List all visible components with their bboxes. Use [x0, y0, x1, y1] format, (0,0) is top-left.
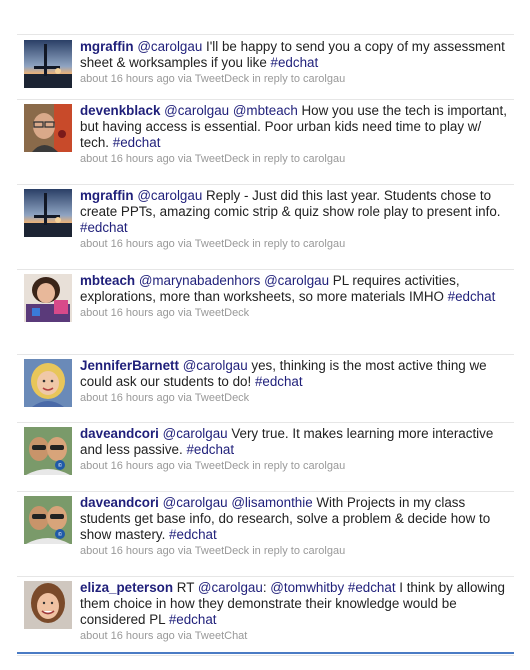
tweet-meta: about 16 hours ago via TweetDeck in repl…	[80, 460, 346, 472]
tweet-author-link[interactable]: daveandcori	[80, 495, 159, 510]
tweet-meta: about 16 hours ago via TweetChat	[80, 630, 248, 642]
hashtag-link[interactable]: #edchat	[113, 135, 161, 150]
tweet-timeline: mgraffin @carolgau I'll be happy to send…	[17, 34, 514, 656]
tweet-item: mbteach @marynabadenhors @carolgau PL re…	[17, 269, 514, 355]
smiling-woman-avatar[interactable]	[24, 581, 72, 629]
mention-link[interactable]: @carolgau	[183, 358, 248, 373]
svg-text:©: ©	[58, 462, 63, 469]
tweet-item: devenkblack @carolgau @mbteach How you u…	[17, 99, 514, 185]
tweet-content: daveandcori @carolgau Very true. It make…	[80, 426, 510, 473]
tweet-meta: about 16 hours ago via TweetDeck	[80, 307, 250, 319]
svg-text:©: ©	[58, 531, 63, 538]
mention-link[interactable]: @marynabadenhors	[139, 273, 261, 288]
tweet-meta: about 16 hours ago via TweetDeck	[80, 392, 250, 404]
mention-link[interactable]: @mbteach	[233, 103, 298, 118]
mention-link[interactable]: @tomwhitby	[270, 580, 344, 595]
mention-link[interactable]: @carolgau	[163, 495, 228, 510]
blonde-woman-avatar[interactable]	[24, 359, 72, 407]
tweet-meta: about 16 hours ago via TweetDeck in repl…	[80, 73, 346, 85]
hashtag-link[interactable]: #edchat	[186, 442, 234, 457]
tweet-item: JenniferBarnett @carolgau yes, thinking …	[17, 354, 514, 423]
tweet-meta: about 16 hours ago via TweetDeck in repl…	[80, 153, 346, 165]
mention-link[interactable]: @carolgau	[137, 39, 202, 54]
tweet-content: mgraffin @carolgau Reply - Just did this…	[80, 188, 510, 251]
tweet-content: devenkblack @carolgau @mbteach How you u…	[80, 103, 510, 166]
tweet-meta: about 16 hours ago via TweetDeck in repl…	[80, 545, 346, 557]
tweet-author-link[interactable]: mgraffin	[80, 39, 134, 54]
tweet-content: JenniferBarnett @carolgau yes, thinking …	[80, 358, 510, 405]
woman-dark-hair-avatar[interactable]	[24, 274, 72, 322]
couple-sunglasses-avatar[interactable]: ©	[24, 496, 72, 544]
mention-link[interactable]: @carolgau	[264, 273, 329, 288]
tweet-author-link[interactable]: JenniferBarnett	[80, 358, 179, 373]
tweet-content: mgraffin @carolgau I'll be happy to send…	[80, 39, 510, 86]
sunset-pier-avatar[interactable]	[24, 40, 72, 88]
mention-link[interactable]: @carolgau	[163, 426, 228, 441]
hashtag-link[interactable]: #edchat	[255, 374, 303, 389]
hashtag-link[interactable]: #edchat	[169, 612, 217, 627]
hashtag-link[interactable]: #edchat	[448, 289, 496, 304]
hashtag-link[interactable]: #edchat	[169, 527, 217, 542]
hashtag-link[interactable]: #edchat	[271, 55, 319, 70]
sunset-pier-avatar[interactable]	[24, 189, 72, 237]
hashtag-link[interactable]: #edchat	[348, 580, 396, 595]
tweet-author-link[interactable]: mbteach	[80, 273, 135, 288]
tweet-author-link[interactable]: daveandcori	[80, 426, 159, 441]
tweet-item: mgraffin @carolgau I'll be happy to send…	[17, 35, 514, 100]
man-glasses-avatar[interactable]	[24, 104, 72, 152]
tweet-item: mgraffin @carolgau Reply - Just did this…	[17, 184, 514, 270]
timeline-bottom-rule	[17, 652, 514, 654]
mention-link[interactable]: @carolgau	[137, 188, 202, 203]
hashtag-link[interactable]: #edchat	[80, 220, 128, 235]
tweet-text: RT	[176, 580, 198, 595]
couple-sunglasses-avatar[interactable]: ©	[24, 427, 72, 475]
tweet-item: © daveandcori @carolgau Very true. It mak…	[17, 422, 514, 492]
tweet-meta: about 16 hours ago via TweetDeck in repl…	[80, 238, 346, 250]
mention-link[interactable]: @lisamonthie	[231, 495, 312, 510]
tweet-author-link[interactable]: mgraffin	[80, 188, 134, 203]
mention-link[interactable]: @carolgau	[198, 580, 263, 595]
tweet-author-link[interactable]: devenkblack	[80, 103, 160, 118]
tweet-item: © daveandcori @carolgau @lisamonthie With…	[17, 491, 514, 577]
tweet-item: eliza_peterson RT @carolgau: @tomwhitby …	[17, 576, 514, 656]
mention-link[interactable]: @carolgau	[164, 103, 229, 118]
tweet-content: mbteach @marynabadenhors @carolgau PL re…	[80, 273, 510, 320]
tweet-author-link[interactable]: eliza_peterson	[80, 580, 173, 595]
tweet-content: eliza_peterson RT @carolgau: @tomwhitby …	[80, 580, 510, 643]
tweet-content: daveandcori @carolgau @lisamonthie With …	[80, 495, 510, 558]
